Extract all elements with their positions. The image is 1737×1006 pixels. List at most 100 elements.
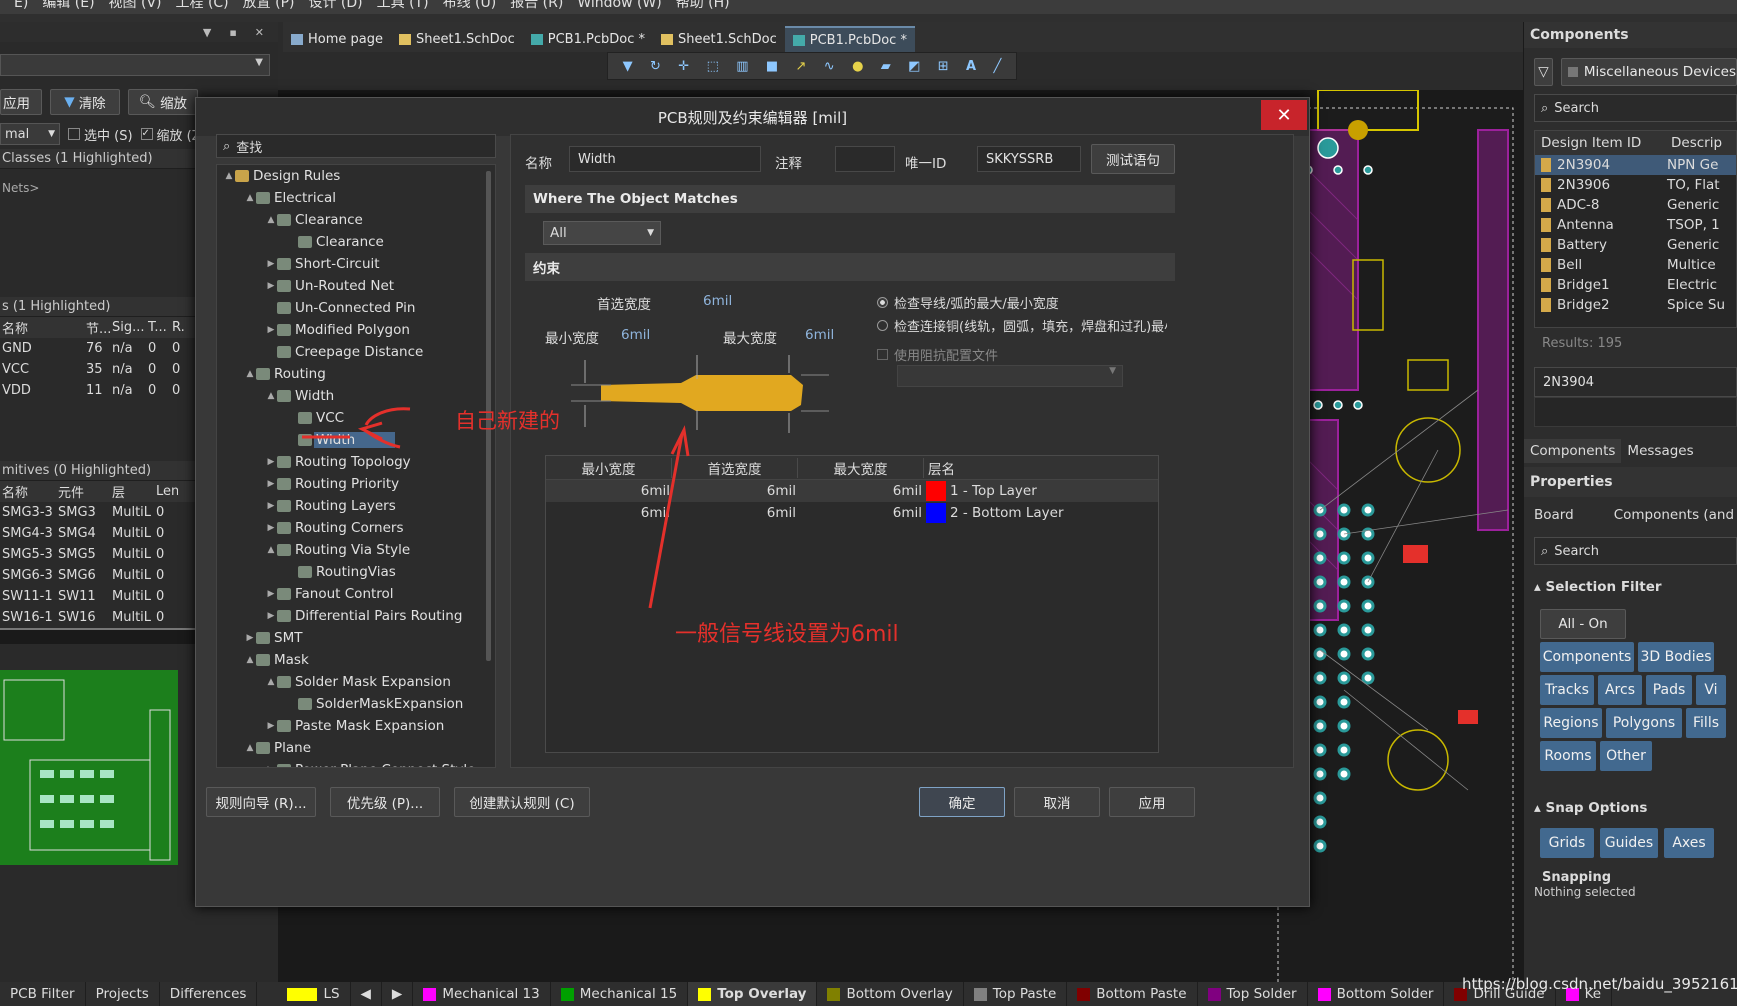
- document-tab[interactable]: PCB1.PcbDoc *: [523, 26, 653, 52]
- via-icon[interactable]: ●: [852, 59, 863, 74]
- expand-icon[interactable]: ▶: [265, 523, 277, 533]
- filter-arcs[interactable]: Arcs: [1598, 675, 1642, 705]
- menu-item[interactable]: 放置 (P): [243, 0, 295, 10]
- col-design-item-id[interactable]: Design Item ID: [1535, 135, 1667, 151]
- rule-tree-item[interactable]: ▶ Short-Circuit: [217, 253, 495, 275]
- select-rect-icon[interactable]: ⬚: [707, 59, 719, 74]
- layer-scroll-right[interactable]: ▶: [382, 982, 414, 1006]
- collapse-icon[interactable]: ▲: [244, 655, 256, 665]
- filter-fills[interactable]: Fills: [1686, 708, 1726, 738]
- rule-tree-item[interactable]: ▲ Solder Mask Expansion: [217, 671, 495, 693]
- fill-icon[interactable]: ▰: [881, 59, 891, 74]
- align-icon[interactable]: ▥: [736, 59, 748, 74]
- layer-tab[interactable]: Bottom Overlay: [817, 982, 964, 1006]
- width-cell-max[interactable]: 6mil: [798, 483, 924, 499]
- uid-input[interactable]: SKKYSSRB: [977, 146, 1081, 172]
- snap-guides[interactable]: Guides: [1600, 828, 1658, 858]
- menu-item[interactable]: 视图 (V): [109, 0, 162, 10]
- component-list-item[interactable]: ADC-8 Generic: [1535, 195, 1736, 215]
- apply-button[interactable]: 应用: [0, 89, 42, 115]
- snap-options-header[interactable]: ▴ Snap Options: [1534, 800, 1737, 816]
- tab-components[interactable]: Components: [1524, 439, 1622, 463]
- layer-tab[interactable]: Top Paste: [964, 982, 1068, 1006]
- expand-icon[interactable]: ▶: [265, 501, 277, 511]
- component-list-item[interactable]: 2N3906 TO, Flat: [1535, 175, 1736, 195]
- layer-width-row[interactable]: 6mil 6mil 6mil 1 - Top Layer: [546, 480, 1158, 502]
- menu-item[interactable]: 设计 (D): [308, 0, 362, 10]
- priorities-button[interactable]: 优先级 (P)...: [330, 787, 440, 817]
- interactive-route-icon[interactable]: ↗: [796, 59, 807, 74]
- width-cell-max[interactable]: 6mil: [798, 505, 924, 521]
- pcb-minimap[interactable]: [0, 670, 178, 865]
- pcb-filter-tab[interactable]: PCB Filter: [0, 982, 86, 1006]
- test-query-button[interactable]: 测试语句: [1091, 144, 1175, 174]
- ok-button[interactable]: 确定: [919, 787, 1005, 817]
- route-icon[interactable]: ↻: [650, 59, 661, 74]
- collapse-icon[interactable]: ▲: [244, 743, 256, 753]
- close-icon[interactable]: ✕: [255, 26, 264, 39]
- rule-tree-item[interactable]: ▶ Differential Pairs Routing: [217, 605, 495, 627]
- mask-mode-select[interactable]: mal ▼: [0, 123, 60, 145]
- component-filter-button[interactable]: ▽: [1534, 58, 1553, 86]
- layer-tab[interactable]: Top Overlay: [688, 982, 818, 1006]
- col-max-width[interactable]: 最大宽度: [798, 457, 924, 478]
- rule-wizard-button[interactable]: 规则向导 (R)...: [206, 787, 316, 817]
- where-scope-select[interactable]: All ▼: [543, 221, 661, 245]
- close-button[interactable]: ✕: [1261, 100, 1307, 130]
- rule-tree-item[interactable]: ▲ Design Rules: [217, 165, 495, 187]
- col-description[interactable]: Descrip: [1667, 135, 1736, 151]
- component-list-item[interactable]: Antenna TSOP, 1: [1535, 215, 1736, 235]
- collapse-icon[interactable]: ▲: [265, 391, 277, 401]
- col-layer-name[interactable]: 层名: [924, 458, 1158, 478]
- use-impedance-checkbox[interactable]: 使用阻抗配置文件: [877, 345, 998, 364]
- collapse-icon[interactable]: ▲: [244, 369, 256, 379]
- collapse-icon[interactable]: ▲: [265, 215, 277, 225]
- preferred-width-value[interactable]: 6mil: [703, 293, 732, 309]
- rule-tree-item[interactable]: ▶ Routing Corners: [217, 517, 495, 539]
- all-on-button[interactable]: All - On: [1540, 609, 1626, 639]
- expand-icon[interactable]: ▶: [244, 633, 256, 643]
- component-list-item[interactable]: 2N3904 NPN Ge: [1535, 155, 1736, 175]
- properties-search[interactable]: ⌕ Search: [1534, 537, 1737, 565]
- rule-tree-item[interactable]: ▲ Clearance: [217, 209, 495, 231]
- menu-item[interactable]: 报告 (R): [510, 0, 563, 10]
- rule-tree-item[interactable]: ▲ Plane: [217, 737, 495, 759]
- rule-tree-item[interactable]: ▶ Modified Polygon: [217, 319, 495, 341]
- document-tab[interactable]: Sheet1.SchDoc: [391, 26, 523, 52]
- menu-item[interactable]: E): [14, 0, 28, 10]
- component-list-item[interactable]: Bell Multice: [1535, 255, 1736, 275]
- rule-tree-item[interactable]: Un-Connected Pin: [217, 297, 495, 319]
- component-icon[interactable]: ■: [766, 59, 778, 74]
- line-icon[interactable]: ╱: [993, 59, 1001, 74]
- document-tab[interactable]: Sheet1.SchDoc: [653, 26, 785, 52]
- collapse-icon[interactable]: ▲: [265, 677, 277, 687]
- menu-item[interactable]: 编辑 (E): [42, 0, 94, 10]
- document-tab[interactable]: PCB1.PcbDoc *: [784, 26, 915, 52]
- collapse-icon[interactable]: ▲: [265, 545, 277, 555]
- filter-icon[interactable]: ▼: [623, 59, 633, 74]
- expand-icon[interactable]: ▶: [265, 259, 277, 269]
- snap-grids[interactable]: Grids: [1540, 828, 1594, 858]
- clear-button[interactable]: ▼ 清除: [50, 89, 120, 115]
- expand-icon[interactable]: ▶: [265, 721, 277, 731]
- select-checkbox[interactable]: 选中 (S): [68, 125, 133, 144]
- component-search[interactable]: ⌕ Search: [1534, 94, 1737, 122]
- rule-tree-item[interactable]: ▶ Power Plane Connect Style: [217, 759, 495, 767]
- rule-tree-item[interactable]: Creepage Distance: [217, 341, 495, 363]
- rule-name-input[interactable]: Width: [569, 146, 761, 172]
- layer-tab[interactable]: Top Solder: [1198, 982, 1308, 1006]
- max-width-value[interactable]: 6mil: [805, 327, 834, 343]
- check-track-width-radio[interactable]: 检查导线/弧的最大/最小宽度: [877, 293, 1059, 312]
- rule-tree-item[interactable]: Clearance: [217, 231, 495, 253]
- rule-tree-item[interactable]: SolderMaskExpansion: [217, 693, 495, 715]
- crosshair-icon[interactable]: ✛: [678, 59, 689, 74]
- dimension-icon[interactable]: ⊞: [938, 59, 949, 74]
- filter-other[interactable]: Other: [1600, 741, 1652, 771]
- menu-item[interactable]: 帮助 (H): [676, 0, 730, 10]
- panel-mode-select[interactable]: ▼: [0, 54, 270, 76]
- polygon-icon[interactable]: ◩: [908, 59, 920, 74]
- library-select[interactable]: Miscellaneous Devices: [1560, 58, 1737, 86]
- filter-vias[interactable]: Vi: [1696, 675, 1726, 705]
- layer-width-row[interactable]: 6mil 6mil 6mil 2 - Bottom Layer: [546, 502, 1158, 524]
- layer-tab[interactable]: Bottom Solder: [1308, 982, 1445, 1006]
